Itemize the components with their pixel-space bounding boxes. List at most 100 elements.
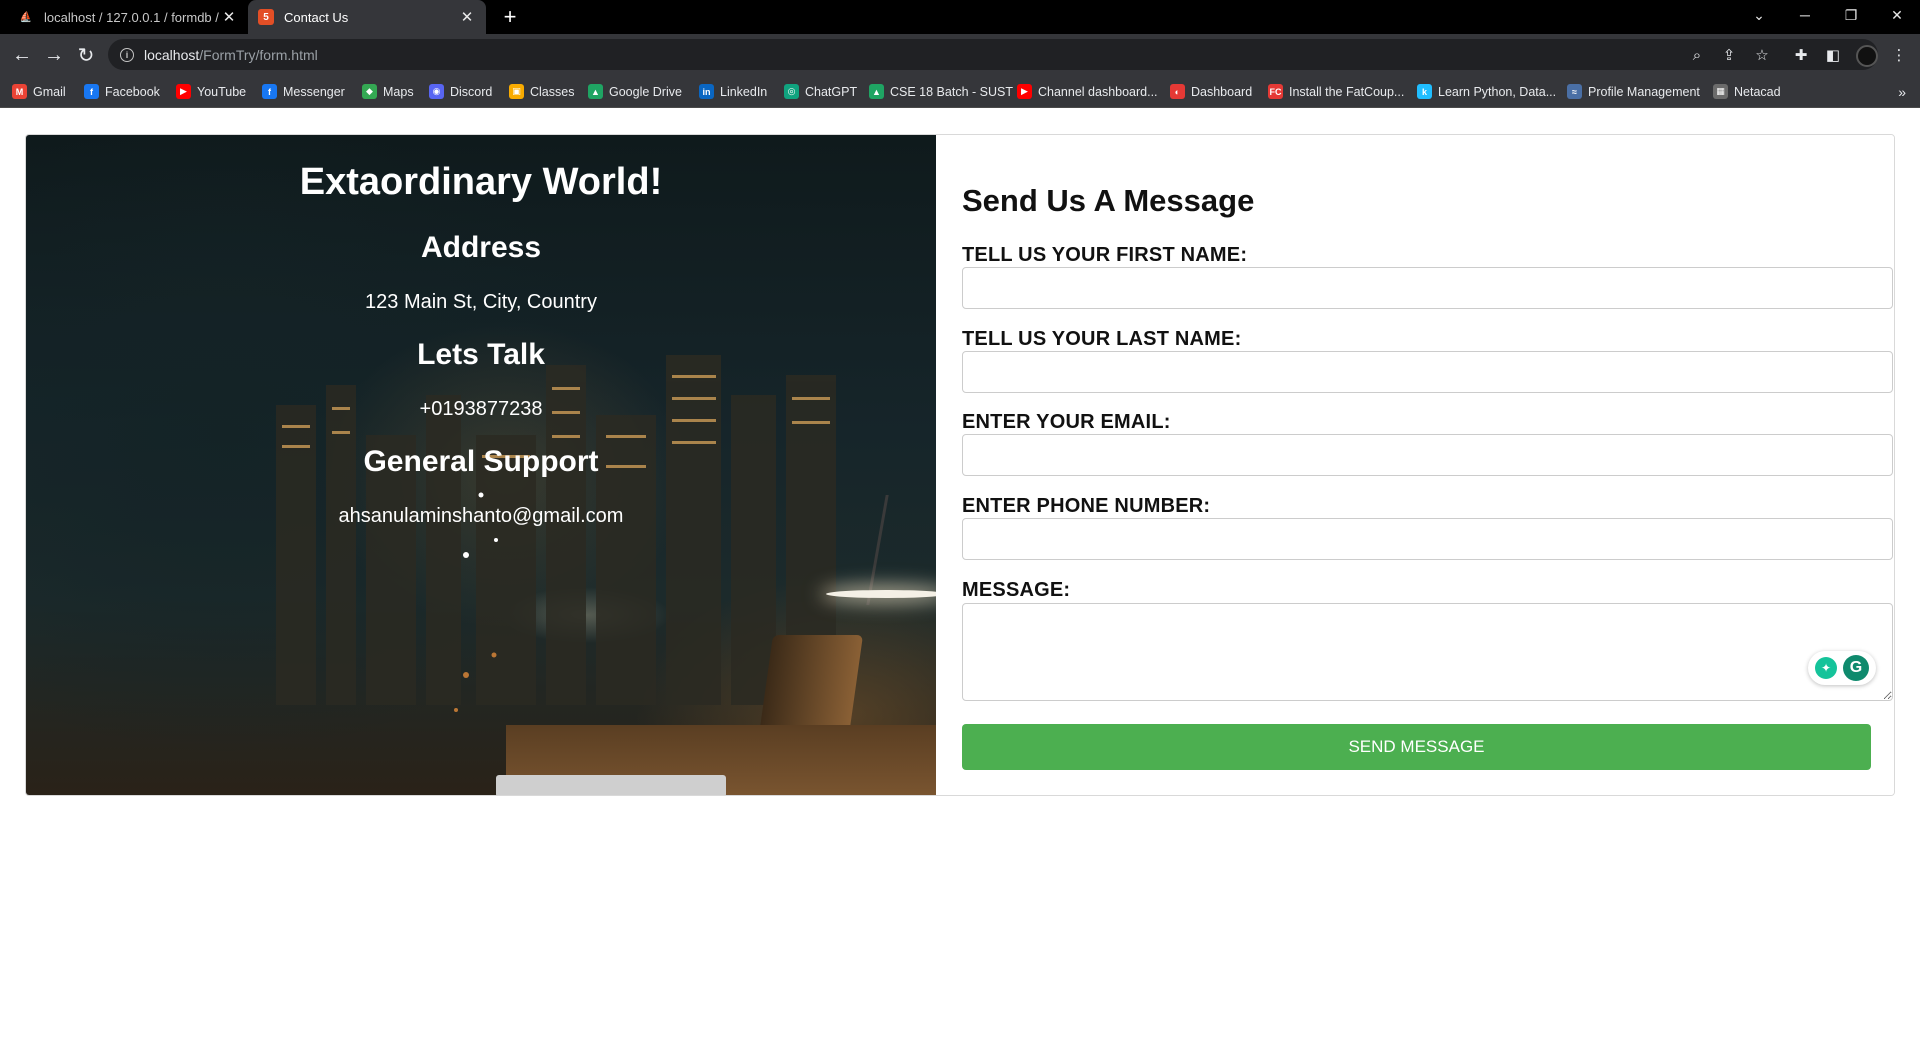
send-message-button[interactable]: SEND MESSAGE [962,724,1871,770]
profile-avatar[interactable] [1856,45,1878,67]
bookmark-dashboard[interactable]: ◐ Dashboard [1170,84,1252,99]
menu-icon[interactable]: ⋮ [1889,45,1909,65]
url-path: /FormTry/form.html [199,46,318,63]
back-icon[interactable]: ← [8,41,36,69]
first-name-label: TELL US YOUR FIRST NAME: [962,244,1248,266]
last-name-label: TELL US YOUR LAST NAME: [962,328,1242,350]
lightbulb-icon[interactable]: ✦ [1815,657,1837,679]
youtube-icon: ▶ [1017,84,1032,99]
bookmark-profile-management[interactable]: ≈ Profile Management [1567,84,1700,99]
bookmark-label: Profile Management [1588,84,1700,99]
browser-toolbar: ← → ↻ i localhost /FormTry/form.html ⌕ ⇪… [0,34,1920,76]
tab-search-icon[interactable]: ⌄ [1736,0,1782,30]
info-title: Extaordinary World! [299,161,663,203]
close-icon[interactable]: ✕ [458,8,476,26]
close-window-button[interactable]: ✕ [1874,0,1920,30]
bookmark-label: CSE 18 Batch - SUST [890,84,1013,99]
new-tab-button[interactable]: + [498,4,522,29]
bookmark-netacad[interactable]: ▦ Netacad [1713,84,1781,99]
address-heading: Address [420,231,542,264]
talk-heading: Lets Talk [417,338,545,371]
bookmark-google-drive[interactable]: ▲ Google Drive [588,84,682,99]
tab-title: Contact Us [284,9,349,25]
site-info-icon[interactable]: i [120,47,134,62]
message-label: MESSAGE: [962,579,1071,601]
grammarly-widget[interactable]: ✦ G [1808,651,1876,685]
bookmark-chatgpt[interactable]: ◎ ChatGPT [784,84,857,99]
bookmark-label: Facebook [105,84,160,99]
forward-icon[interactable]: → [40,41,68,69]
bookmark-facebook[interactable]: f Facebook [84,84,160,99]
bookmark-star-icon[interactable]: ☆ [1752,45,1772,65]
support-heading: General Support [363,445,599,478]
bookmark-install-the-fatcoup[interactable]: FC Install the FatCoup... [1268,84,1404,99]
bookmark-label: Dashboard [1191,84,1253,99]
email-field[interactable] [962,434,1893,476]
url-host: localhost [144,46,200,63]
bookmark-youtube[interactable]: ▶ YouTube [176,84,246,99]
contact-form: Send Us A Message TELL US YOUR FIRST NAM… [936,135,1894,795]
bookmark-label: Messenger [283,84,345,99]
bookmark-label: Classes [530,84,575,99]
phone-text: +0193877238 [419,398,543,420]
classroom-icon: ▣ [509,84,524,99]
phpmyadmin-icon: ⛵ [19,11,33,23]
tab-phpmyadmin[interactable]: ⛵ localhost / 127.0.0.1 / formdb / u ✕ [8,0,248,34]
html5-icon: 5 [258,9,274,25]
laptop-image [758,635,864,735]
contact-info-panel: Extaordinary World! Address 123 Main St,… [26,135,936,795]
extensions-icon[interactable]: ✚ [1791,45,1811,65]
netacad-icon: ▦ [1713,84,1728,99]
bookmark-maps[interactable]: ◆ Maps [362,84,414,99]
gmail-icon: M [12,84,27,99]
phone-label: ENTER PHONE NUMBER: [962,495,1211,517]
bookmark-label: Channel dashboard... [1038,84,1158,99]
grammarly-icon[interactable]: G [1843,655,1869,681]
address-bar[interactable]: i localhost /FormTry/form.html [108,39,1878,70]
bookmark-label: LinkedIn [720,84,768,99]
close-icon[interactable]: ✕ [220,8,238,26]
linkedin-icon: in [699,84,714,99]
reload-icon[interactable]: ↻ [72,41,100,69]
lamp-light [826,590,936,598]
facebook-icon: f [84,84,99,99]
chatgpt-icon: ◎ [784,84,799,99]
tab-strip: ⛵ localhost / 127.0.0.1 / formdb / u ✕ 5… [0,0,1920,34]
email-text: ahsanulaminshanto@gmail.com [338,505,624,527]
bookmark-discord[interactable]: ◉ Discord [429,84,492,99]
bookmark-label: Google Drive [609,84,682,99]
bookmark-label: Netacad [1734,84,1781,99]
phone-field[interactable] [962,518,1893,560]
first-name-field[interactable] [962,267,1893,309]
bookmark-channel-dashboard[interactable]: ▶ Channel dashboard... [1017,84,1158,99]
bookmark-label: ChatGPT [805,84,858,99]
minimize-button[interactable]: ─ [1782,0,1828,30]
bookmark-classes[interactable]: ▣ Classes [509,84,574,99]
page-viewport: Extaordinary World! Address 123 Main St,… [0,108,1920,1050]
email-label: ENTER YOUR EMAIL: [962,411,1171,433]
more-bookmarks-icon[interactable]: » [1898,84,1906,100]
tab-contact-us[interactable]: 5 Contact Us ✕ [248,0,486,34]
bookmark-cse-18-batch-sust[interactable]: ▲ CSE 18 Batch - SUST [869,84,1013,99]
bookmark-gmail[interactable]: M Gmail [12,84,66,99]
message-field[interactable] [962,603,1893,701]
tab-title: localhost / 127.0.0.1 / formdb / u [44,9,220,25]
maps-icon: ◆ [362,84,377,99]
bookmark-linkedin[interactable]: in LinkedIn [699,84,767,99]
kaggle-icon: k [1417,84,1432,99]
bookmark-messenger[interactable]: f Messenger [262,84,345,99]
bookmark-label: Install the FatCoup... [1289,84,1405,99]
dashboard-icon: ◐ [1170,84,1185,99]
bookmark-label: Learn Python, Data... [1438,84,1557,99]
zoom-icon[interactable]: ⌕ [1687,45,1707,65]
restore-button[interactable]: ❐ [1828,0,1874,30]
drive-icon: ▲ [869,84,884,99]
last-name-field[interactable] [962,351,1893,393]
youtube-icon: ▶ [176,84,191,99]
side-panel-icon[interactable]: ◧ [1823,45,1843,65]
bookmark-learn-python-data[interactable]: k Learn Python, Data... [1417,84,1556,99]
share-icon[interactable]: ⇪ [1719,45,1739,65]
bookmark-label: Discord [450,84,493,99]
address-text: 123 Main St, City, Country [365,291,597,313]
drive-icon: ▲ [588,84,603,99]
